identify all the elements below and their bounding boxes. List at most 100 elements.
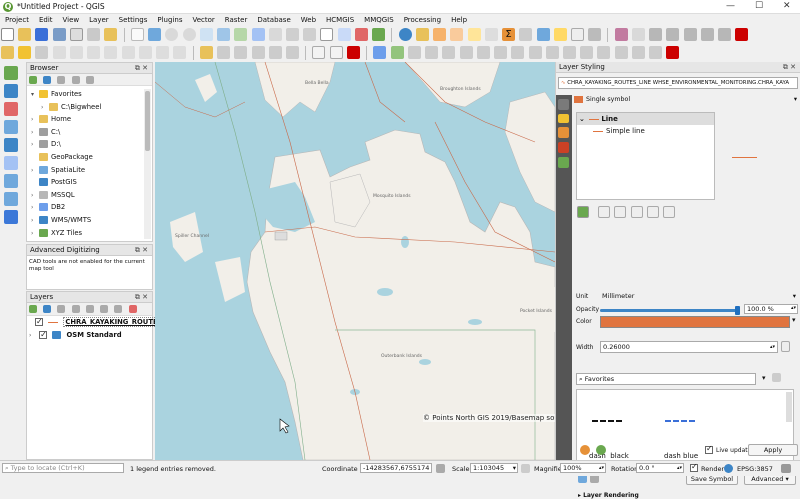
- opacity-slider-handle[interactable]: [735, 306, 740, 315]
- close-icon[interactable]: ⧉ ✕: [135, 63, 148, 74]
- add-wcs-layer-icon[interactable]: [4, 192, 18, 206]
- browser-item[interactable]: ▾ Favorites: [27, 88, 152, 101]
- opacity-slider[interactable]: [600, 306, 740, 315]
- add-wms-layer-icon[interactable]: [4, 156, 18, 170]
- add-vector-icon[interactable]: [373, 46, 387, 59]
- plugin-tool-5-icon[interactable]: [683, 28, 697, 41]
- add-selected-layers-icon[interactable]: [43, 76, 52, 84]
- chevron-down-icon[interactable]: ⌄: [579, 115, 585, 123]
- browser-item[interactable]: › MSSQL: [27, 189, 152, 202]
- add-wcs-icon[interactable]: [614, 46, 628, 59]
- close-icon[interactable]: ⧉ ✕: [135, 292, 148, 303]
- add-delimited-icon[interactable]: [597, 46, 611, 59]
- text-annotation-icon[interactable]: [570, 28, 584, 41]
- menu-help[interactable]: Help: [446, 14, 472, 26]
- menu-database[interactable]: Database: [252, 14, 295, 26]
- plugin-tool-2-icon[interactable]: [631, 28, 645, 41]
- add-delimited-text-icon[interactable]: [4, 102, 18, 116]
- add-arcgis-icon[interactable]: [580, 46, 594, 59]
- layer-visibility-checkbox[interactable]: [35, 316, 43, 329]
- collapse-all-icon[interactable]: [71, 76, 80, 84]
- style-manager-icon[interactable]: [104, 28, 118, 41]
- undo-icon[interactable]: [580, 445, 590, 455]
- cut-features-icon[interactable]: [104, 46, 118, 59]
- opacity-spinbox[interactable]: 100.0 % ▴▾: [744, 304, 798, 314]
- live-update-checkbox[interactable]: [705, 444, 713, 454]
- chevron-down-icon[interactable]: ▾: [792, 316, 796, 324]
- map-canvas[interactable]: Bella Bella Broughton Islands Mosquito I…: [155, 62, 555, 460]
- color-button[interactable]: [600, 316, 790, 328]
- add-group-icon[interactable]: [43, 305, 52, 313]
- refresh-icon[interactable]: [372, 28, 386, 41]
- expand-all-icon[interactable]: [100, 305, 109, 313]
- zoom-rubber-band-icon[interactable]: [199, 28, 213, 41]
- save-as-icon[interactable]: [52, 28, 66, 41]
- bookmark-icon[interactable]: [354, 28, 368, 41]
- data-defined-override-icon[interactable]: [781, 341, 790, 352]
- refresh-icon[interactable]: [29, 76, 37, 84]
- label-show-icon[interactable]: [234, 46, 248, 59]
- apply-button[interactable]: Apply: [748, 444, 798, 456]
- add-raster-icon[interactable]: [390, 46, 404, 59]
- dash-blue-preview[interactable]: [665, 420, 695, 422]
- layer-row-kayaking[interactable]: CHRA_KAYAKING_ROUTE...: [27, 316, 168, 329]
- remove-symbol-layer-icon[interactable]: [598, 206, 611, 218]
- new-shapefile-icon[interactable]: [4, 210, 18, 224]
- delete-selected-icon[interactable]: [87, 46, 101, 59]
- browser-item[interactable]: GeoPackage: [27, 151, 152, 164]
- zoom-out-icon[interactable]: [182, 28, 196, 41]
- menu-plugins[interactable]: Plugins: [152, 14, 187, 26]
- lock-layer-icon[interactable]: [614, 206, 627, 218]
- open-project-icon[interactable]: [18, 28, 32, 41]
- plugin-html-icon[interactable]: [329, 46, 343, 59]
- menu-settings[interactable]: Settings: [114, 14, 153, 26]
- properties-icon[interactable]: [85, 76, 94, 84]
- 3d-tab-icon[interactable]: [558, 142, 569, 153]
- symbol-tree-child[interactable]: Simple line: [577, 125, 714, 137]
- current-edits-icon[interactable]: [1, 46, 14, 59]
- browser-scrollbar[interactable]: [144, 89, 151, 239]
- save-project-icon[interactable]: [35, 28, 49, 41]
- layer-name[interactable]: CHRA_KAYAKING_ROUTE...: [63, 317, 168, 327]
- plugin-kml-icon[interactable]: [312, 46, 326, 59]
- symbol-tree-root[interactable]: ⌄ Line: [577, 113, 714, 125]
- browser-item[interactable]: › WMS/WMTS: [27, 214, 152, 227]
- width-spinbox[interactable]: 0.26000 ▴▾: [600, 341, 778, 353]
- scale-field[interactable]: 1:103045 ▾: [470, 463, 518, 473]
- plugin-shape-icon[interactable]: [346, 46, 360, 59]
- pan-map-icon[interactable]: [130, 28, 144, 41]
- add-csv-icon[interactable]: [459, 46, 473, 59]
- field-calculator-icon[interactable]: Σ: [502, 28, 516, 41]
- identify-icon[interactable]: [398, 28, 412, 41]
- menu-mmqgis[interactable]: MMQGIS: [359, 14, 399, 26]
- zoom-next-icon[interactable]: [303, 28, 317, 41]
- close-button[interactable]: ✕: [783, 1, 791, 11]
- zoom-native-icon[interactable]: [268, 28, 282, 41]
- coordinate-field[interactable]: -14283567,6755174: [360, 463, 432, 473]
- menu-web[interactable]: Web: [296, 14, 321, 26]
- maximize-button[interactable]: ☐: [755, 1, 763, 11]
- plugin-tool-6-icon[interactable]: [700, 28, 714, 41]
- label-move-icon[interactable]: [251, 46, 265, 59]
- menu-processing[interactable]: Processing: [399, 14, 446, 26]
- menu-hcmgis[interactable]: HCMGIS: [321, 14, 359, 26]
- browser-item[interactable]: › C:\: [27, 126, 152, 139]
- label-change-icon[interactable]: [285, 46, 299, 59]
- render-checkbox[interactable]: [690, 462, 698, 472]
- zoom-layer-icon[interactable]: [251, 28, 265, 41]
- messages-icon[interactable]: [781, 464, 791, 473]
- layer-row-osm[interactable]: › OSM Standard: [27, 329, 152, 342]
- menu-project[interactable]: Project: [0, 14, 34, 26]
- menu-vector[interactable]: Vector: [187, 14, 219, 26]
- layer-name[interactable]: OSM Standard: [67, 331, 122, 339]
- remove-layer-icon[interactable]: [128, 305, 137, 313]
- add-virtual-icon[interactable]: [545, 46, 559, 59]
- browser-item[interactable]: › Home: [27, 113, 152, 126]
- vertex-tool-icon[interactable]: [69, 46, 83, 59]
- add-xyz-icon[interactable]: [649, 46, 663, 59]
- undo-icon[interactable]: [156, 46, 170, 59]
- select-by-value-icon[interactable]: [450, 28, 464, 41]
- browser-item[interactable]: › XYZ Tiles: [27, 227, 152, 240]
- zoom-in-icon[interactable]: [165, 28, 179, 41]
- select-features-icon[interactable]: [433, 28, 447, 41]
